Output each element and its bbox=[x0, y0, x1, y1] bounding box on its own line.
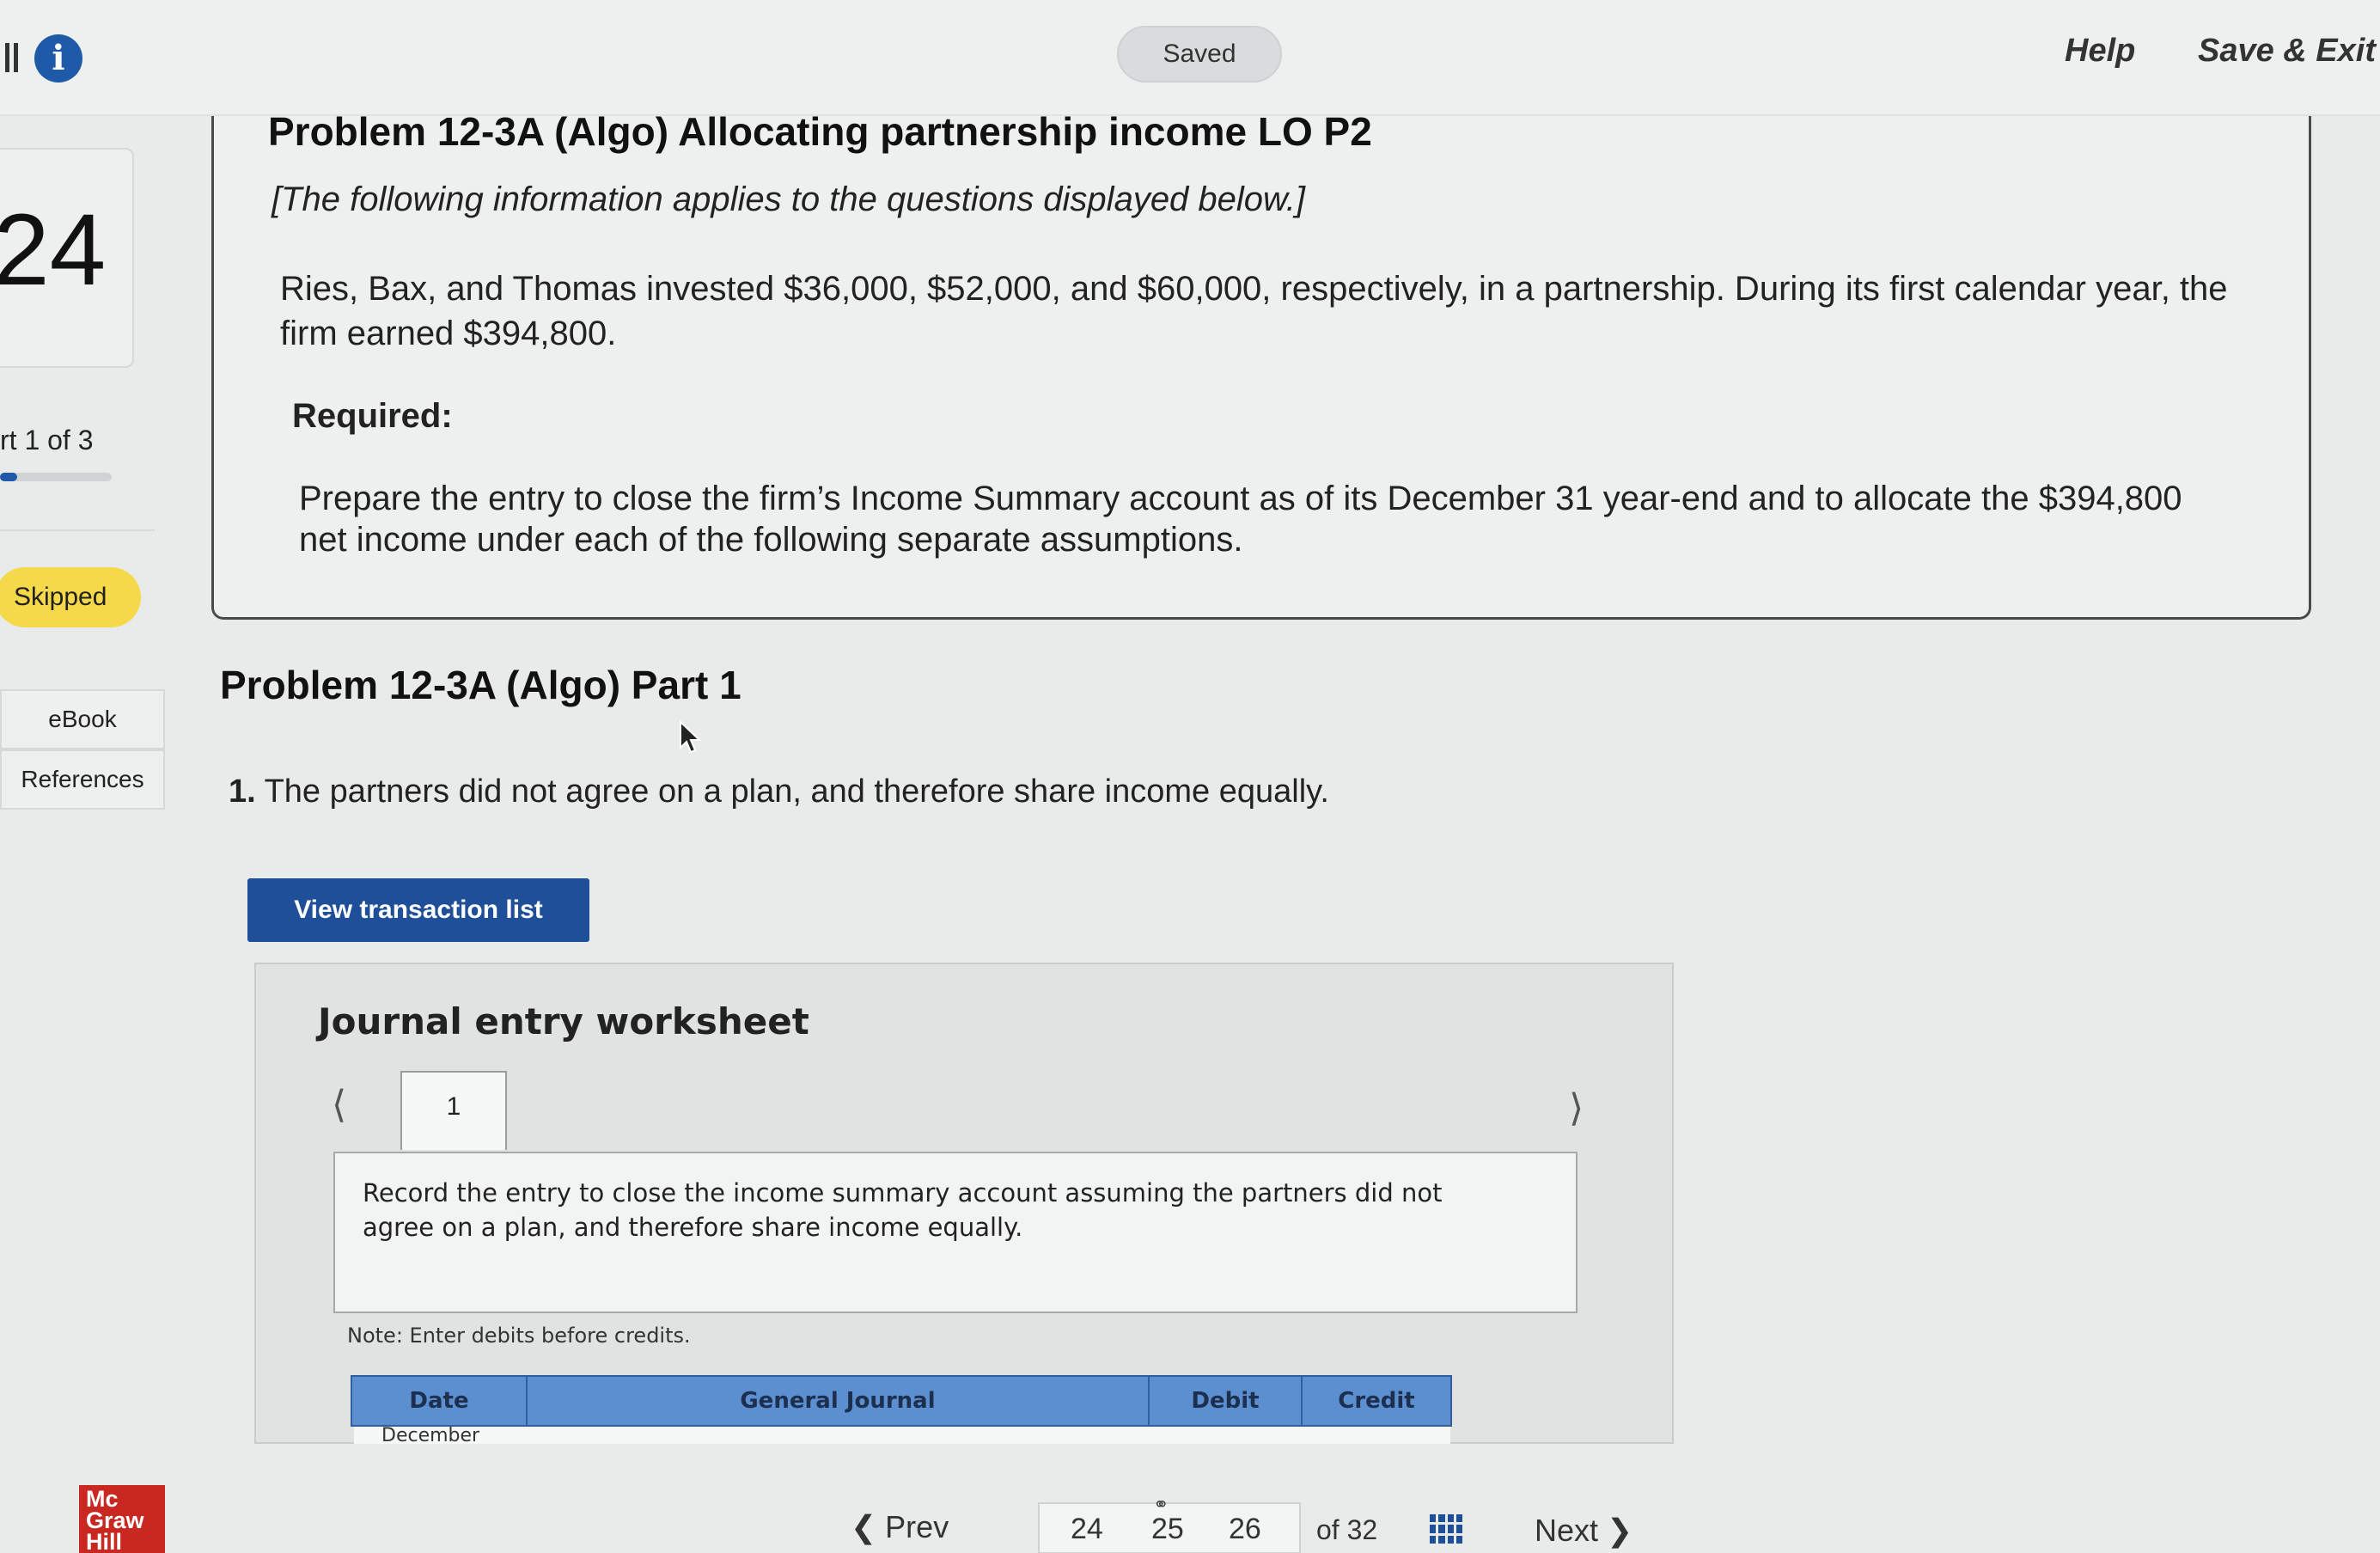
view-transaction-list-button[interactable]: View transaction list bbox=[247, 878, 589, 942]
next-button[interactable]: Next ❯ bbox=[1535, 1513, 1632, 1549]
page-24[interactable]: 24 bbox=[1071, 1513, 1103, 1546]
skipped-status-badge: Skipped bbox=[0, 567, 141, 627]
problem-intro: [The following information applies to th… bbox=[272, 180, 1305, 218]
worksheet-title: Journal entry worksheet bbox=[318, 1000, 809, 1042]
part-progress-bar bbox=[0, 473, 112, 481]
grid-icon[interactable] bbox=[1430, 1514, 1462, 1544]
problem-body: Ries, Bax, and Thomas invested $36,000, … bbox=[280, 270, 2228, 352]
journal-table-header: Date General Journal Debit Credit bbox=[351, 1375, 1452, 1427]
worksheet-note: Note: Enter debits before credits. bbox=[347, 1324, 691, 1348]
part-question-number: 1. bbox=[229, 773, 256, 810]
column-header-debit: Debit bbox=[1150, 1377, 1303, 1425]
page-25[interactable]: 25 bbox=[1151, 1513, 1184, 1546]
question-number: 24 bbox=[0, 193, 107, 307]
pause-icon[interactable] bbox=[5, 43, 21, 72]
ebook-button[interactable]: eBook bbox=[0, 689, 165, 749]
prev-button[interactable]: ❮ Prev bbox=[851, 1509, 949, 1545]
required-text: Prepare the entry to close the firm’s In… bbox=[299, 480, 2182, 559]
mouse-cursor-icon bbox=[680, 720, 701, 754]
page-total: of 32 bbox=[1316, 1514, 1378, 1545]
logo-line: Hill bbox=[86, 1529, 123, 1553]
column-header-date: Date bbox=[352, 1377, 528, 1425]
next-label: Next bbox=[1535, 1513, 1599, 1548]
worksheet-tab-1[interactable]: 1 bbox=[400, 1071, 507, 1150]
date-select[interactable]: December bbox=[381, 1427, 479, 1444]
info-icon[interactable]: i bbox=[34, 34, 82, 83]
save-exit-link[interactable]: Save & Exit bbox=[2198, 33, 2376, 70]
part-indicator: rt 1 of 3 bbox=[0, 425, 94, 456]
part-title: Problem 12-3A (Algo) Part 1 bbox=[220, 663, 741, 707]
page-26[interactable]: 26 bbox=[1229, 1513, 1261, 1546]
column-header-credit: Credit bbox=[1338, 1388, 1415, 1414]
table-row[interactable]: December bbox=[354, 1427, 1450, 1444]
worksheet-instruction: Record the entry to close the income sum… bbox=[363, 1178, 1443, 1242]
part-progress-fill bbox=[0, 473, 17, 481]
chevron-right-icon[interactable]: ⟩ bbox=[1569, 1086, 1584, 1130]
problem-title: Problem 12-3A (Algo) Allocating partners… bbox=[268, 109, 1372, 154]
column-header-general-journal: General Journal bbox=[528, 1377, 1150, 1425]
prev-label: Prev bbox=[885, 1509, 949, 1544]
saved-status-badge: Saved bbox=[1117, 26, 1282, 83]
help-link[interactable]: Help bbox=[2065, 33, 2135, 70]
references-button[interactable]: References bbox=[0, 749, 165, 810]
sidebar-divider bbox=[0, 529, 155, 531]
required-label: Required: bbox=[292, 397, 453, 435]
part-question-text: The partners did not agree on a plan, an… bbox=[264, 773, 1329, 810]
chevron-left-icon[interactable]: ⟨ bbox=[332, 1083, 346, 1127]
part-question: 1. The partners did not agree on a plan,… bbox=[229, 773, 1329, 810]
mcgraw-hill-logo: Mc Graw Hill bbox=[79, 1485, 165, 1553]
